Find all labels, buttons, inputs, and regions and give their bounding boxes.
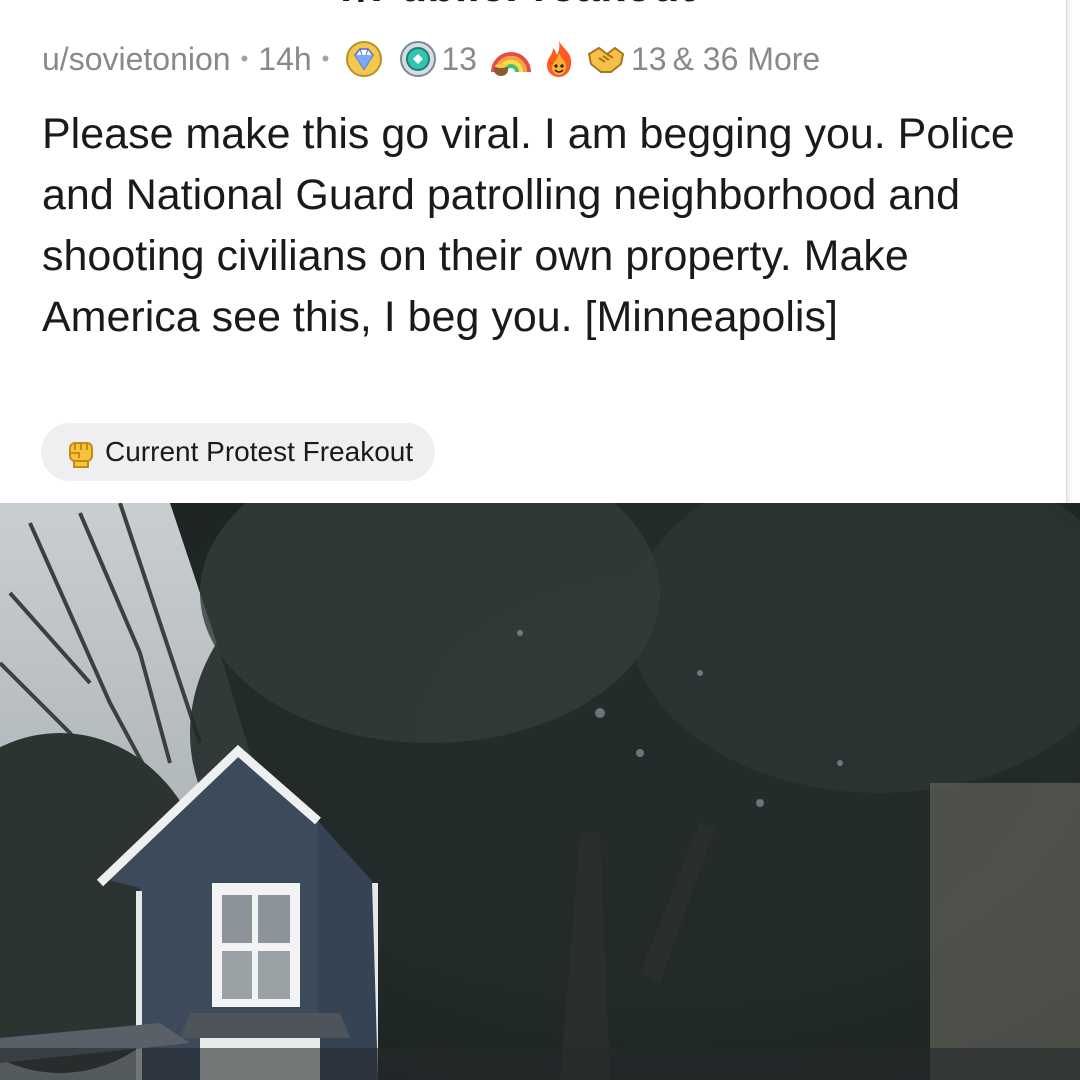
award-count: 13 [441, 40, 477, 77]
raised-fist-icon [65, 435, 97, 469]
separator-dot: • [240, 46, 249, 71]
post-header: r/PublicFreakout u/sovietonion • 14h • 1… [0, 0, 1066, 503]
flair-label: Current Protest Freakout [105, 436, 414, 467]
platinum-seal-award-icon[interactable] [399, 40, 437, 78]
subreddit-title[interactable]: r/PublicFreakout [340, 0, 695, 12]
author-link[interactable]: u/sovietonion [42, 41, 231, 78]
video-frame-house-trees [0, 503, 1080, 1080]
award-count: 13 [630, 40, 667, 77]
gold-diamond-award-icon[interactable] [345, 40, 383, 78]
post-flair[interactable]: Current Protest Freakout [41, 423, 436, 481]
rainbow-award-icon[interactable] [489, 40, 533, 78]
more-awards-link[interactable]: & 36 More [673, 41, 821, 78]
post-title[interactable]: Please make this go viral. I am begging … [42, 104, 1032, 348]
scroll-edge [1066, 0, 1080, 503]
post-meta-row: u/sovietonion • 14h • 13 13 & 36 More [42, 36, 820, 82]
post-age: 14h [258, 40, 312, 77]
separator-dot: • [321, 46, 330, 71]
fire-face-award-icon[interactable] [539, 39, 579, 79]
video-player[interactable] [0, 503, 1080, 1080]
handshake-award-icon[interactable] [585, 40, 627, 78]
